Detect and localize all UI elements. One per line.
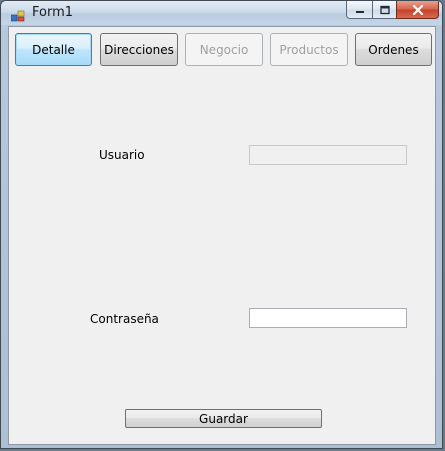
minimize-button[interactable]: [346, 1, 373, 19]
guardar-button[interactable]: Guardar: [125, 409, 322, 428]
tab-productos[interactable]: Productos: [270, 33, 348, 66]
minimize-icon: [355, 10, 364, 13]
tab-detalle[interactable]: Detalle: [15, 33, 92, 66]
close-icon: [412, 4, 423, 15]
close-button[interactable]: [396, 1, 439, 19]
form-app-icon: [10, 7, 25, 22]
usuario-input[interactable]: [249, 145, 407, 165]
contrasena-label: Contraseña: [90, 312, 159, 326]
usuario-label: Usuario: [99, 148, 145, 162]
maximize-button[interactable]: [372, 1, 397, 19]
tab-ordenes[interactable]: Ordenes: [355, 33, 432, 66]
title-bar[interactable]: Form1: [1, 1, 442, 25]
tab-direcciones[interactable]: Direcciones: [100, 33, 178, 66]
contrasena-input[interactable]: [249, 308, 407, 328]
maximize-icon: [379, 5, 390, 14]
window-title: Form1: [32, 5, 74, 20]
tab-negocio[interactable]: Negocio: [185, 33, 263, 66]
form-client-area: Detalle Direcciones Negocio Productos Or…: [8, 26, 436, 445]
app-window: Form1 Detalle Direcciones Negocio Produc…: [0, 0, 443, 449]
